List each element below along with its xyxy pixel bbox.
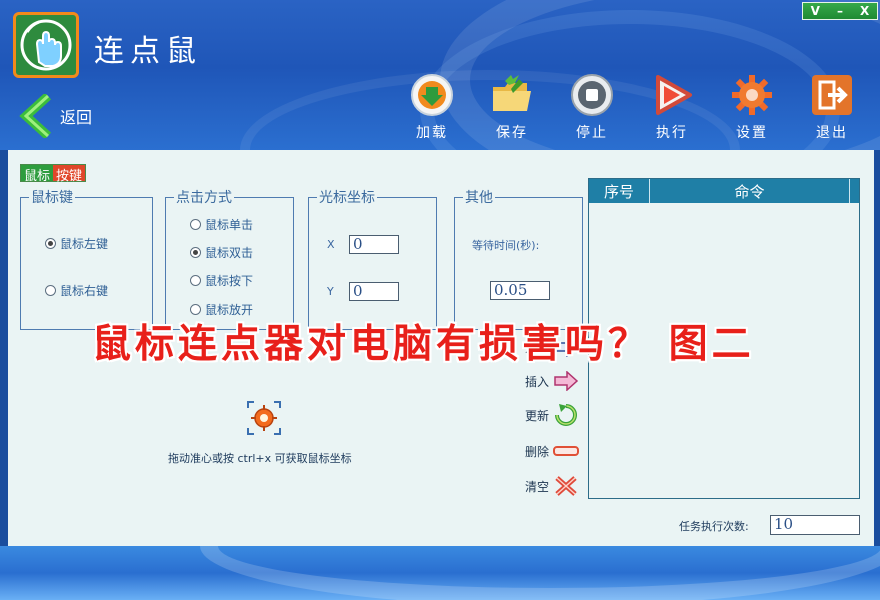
command-table-header: 序号 命令 [589, 179, 859, 203]
cursor-coords-group: 光标坐标 X 0 Y 0 [308, 187, 437, 330]
load-label: 加载 [416, 125, 448, 141]
radio-label: 鼠标单击 [205, 218, 254, 232]
radio-dot [45, 238, 56, 249]
click-mode-title: 点击方式 [174, 187, 234, 207]
wait-time-label: 等待时间(秒): [472, 239, 540, 252]
main-panel: 鼠标 按键 鼠标键 鼠标左键 鼠标右键 点击方式 鼠标单击 鼠标双击 鼠标按下 [8, 150, 874, 546]
wait-time-field[interactable]: 0.05 [490, 281, 550, 300]
exit-icon [812, 75, 852, 115]
mouse-key-tag: 鼠标 按键 [20, 164, 87, 184]
tag-part-2: 按键 [53, 165, 86, 184]
insert-arrow-icon [554, 371, 579, 391]
minimize-button[interactable]: – [828, 4, 852, 18]
crosshair-target[interactable] [246, 400, 282, 436]
y-label: Y [327, 285, 334, 298]
load-icon [411, 74, 453, 116]
delete-icon [553, 446, 580, 456]
refresh-icon [555, 404, 577, 426]
radio-single-click[interactable]: 鼠标单击 [190, 216, 253, 233]
radio-dot [190, 219, 201, 230]
clear-button[interactable]: 清空 [525, 475, 579, 497]
load-button[interactable]: 加载 [392, 72, 472, 144]
radio-label: 鼠标左键 [60, 237, 109, 251]
back-arrow-icon [19, 94, 52, 138]
footer-bar [0, 546, 880, 600]
toolbar: 加载 保存 停止 执行 设置 退出 [392, 72, 872, 144]
footer-decoration [200, 546, 880, 600]
tag-part-1: 鼠标 [21, 165, 54, 184]
insert-button[interactable]: 插入 [525, 370, 579, 392]
close-button[interactable]: X [853, 4, 877, 18]
play-icon [656, 75, 692, 115]
radio-dot [190, 247, 201, 258]
update-button[interactable]: 更新 [525, 404, 579, 426]
cursor-coords-title: 光标坐标 [317, 187, 377, 207]
radio-dot [45, 285, 56, 296]
radio-right-button[interactable]: 鼠标右键 [45, 282, 108, 299]
app-logo [13, 12, 79, 78]
settings-label: 设置 [736, 125, 768, 141]
task-count-label: 任务执行次数: [679, 520, 749, 533]
other-title: 其他 [463, 187, 495, 207]
insert-label: 插入 [525, 374, 550, 389]
radio-label: 鼠标双击 [205, 246, 254, 260]
click-mode-group: 点击方式 鼠标单击 鼠标双击 鼠标按下 鼠标放开 [165, 187, 294, 330]
radio-label: 鼠标按下 [205, 274, 254, 288]
column-header-command[interactable]: 命令 [650, 179, 850, 203]
radio-double-click[interactable]: 鼠标双击 [190, 244, 253, 261]
execute-button[interactable]: 执行 [632, 72, 712, 144]
column-header-index[interactable]: 序号 [589, 179, 650, 203]
radio-mouse-down[interactable]: 鼠标按下 [190, 272, 253, 289]
radio-dot [190, 304, 201, 315]
radio-left-button[interactable]: 鼠标左键 [45, 235, 108, 252]
clear-label: 清空 [525, 479, 550, 494]
x-coordinate-field[interactable]: 0 [349, 235, 399, 254]
task-count-field[interactable]: 10 [770, 515, 860, 535]
append-button[interactable]: 追加 [525, 336, 579, 358]
save-label: 保存 [496, 125, 528, 141]
mouse-key-title: 鼠标键 [29, 187, 75, 207]
hand-pointer-icon [20, 19, 72, 71]
y-coordinate-field[interactable]: 0 [349, 282, 399, 301]
exit-label: 退出 [816, 125, 848, 141]
radio-dot [190, 275, 201, 286]
radio-label: 鼠标右键 [60, 284, 109, 298]
gear-icon [732, 75, 772, 115]
delete-label: 删除 [525, 444, 550, 459]
crosshair-icon [247, 401, 281, 435]
radio-mouse-up[interactable]: 鼠标放开 [190, 301, 253, 318]
exit-button[interactable]: 退出 [792, 72, 872, 144]
update-label: 更新 [525, 408, 550, 423]
other-group: 其他 等待时间(秒): 0.05 [454, 187, 583, 330]
stop-label: 停止 [576, 125, 608, 141]
append-arrow-icon [554, 337, 579, 357]
settings-button[interactable]: 设置 [712, 72, 792, 144]
back-label: 返回 [60, 108, 93, 127]
x-label: X [327, 238, 335, 251]
stop-button[interactable]: 停止 [552, 72, 632, 144]
save-button[interactable]: 保存 [472, 72, 552, 144]
restore-button[interactable]: V [803, 4, 827, 18]
header-bar: V – X 连点鼠 返回 加载 保存 停止 执行 设置 退出 [0, 0, 880, 150]
app-title: 连点鼠 [94, 34, 202, 69]
folder-save-icon [493, 75, 531, 111]
stop-icon [571, 74, 613, 116]
execute-label: 执行 [656, 125, 688, 141]
command-table[interactable]: 序号 命令 [588, 178, 860, 499]
clear-icon [555, 476, 577, 496]
window-controls: V – X [802, 2, 878, 20]
coordinate-hint: 拖动准心或按 ctrl+x 可获取鼠标坐标 [168, 452, 352, 465]
radio-label: 鼠标放开 [205, 303, 254, 317]
append-label: 追加 [525, 340, 550, 355]
mouse-key-group: 鼠标键 鼠标左键 鼠标右键 [20, 187, 153, 330]
delete-button[interactable]: 删除 [525, 440, 580, 462]
back-button[interactable]: 返回 [18, 94, 108, 138]
